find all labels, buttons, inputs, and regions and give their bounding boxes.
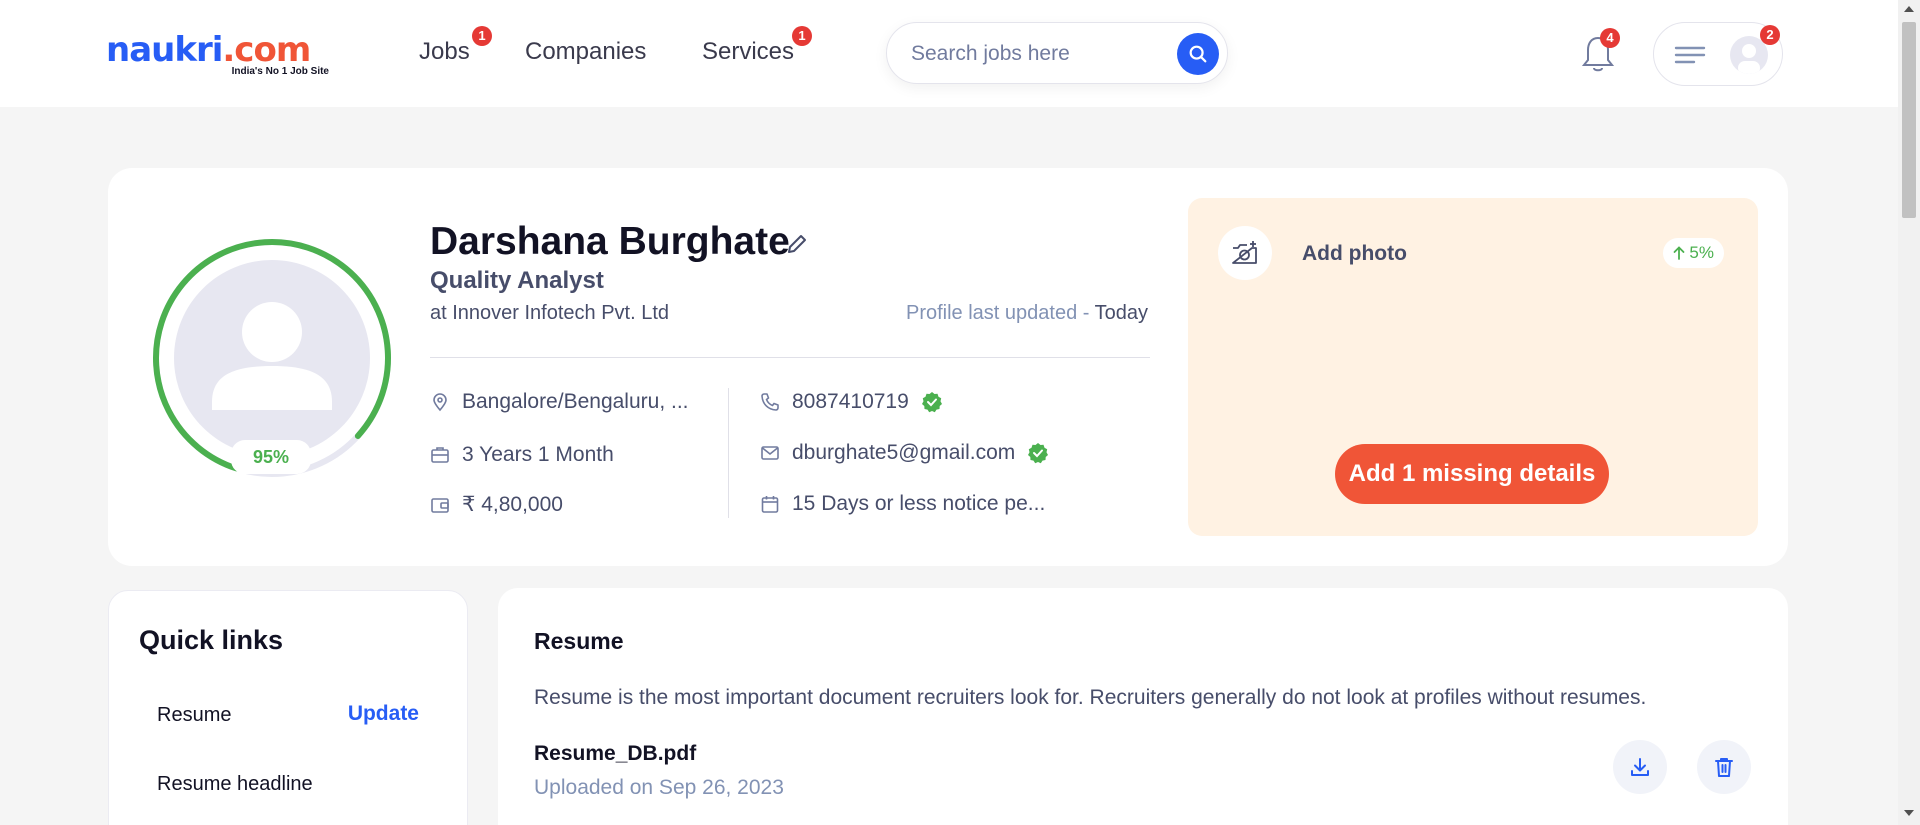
logo-text: naukri (106, 30, 223, 70)
download-resume-button[interactable] (1613, 740, 1667, 794)
photo-boost-badge: 5% (1663, 238, 1724, 268)
scroll-thumb[interactable] (1902, 22, 1916, 218)
nav-jobs-label: Jobs (419, 38, 470, 65)
email-text: dburghate5@gmail.com (792, 441, 1016, 464)
mail-icon (761, 446, 779, 460)
resume-title: Resume (534, 628, 624, 654)
top-header: naukri.com India's No 1 Job Site Jobs 1 … (0, 0, 1898, 107)
pencil-icon (788, 235, 806, 253)
scroll-down-arrow[interactable] (1904, 810, 1914, 816)
nav-companies-label: Companies (525, 38, 647, 65)
missing-details-panel: Add photo 5% Add 1 missing details (1188, 198, 1758, 536)
quick-links-title: Quick links (139, 625, 284, 655)
delete-resume-button[interactable] (1697, 740, 1751, 794)
edit-profile-button[interactable] (785, 232, 809, 256)
verified-check-icon (921, 392, 942, 413)
page-scrollbar[interactable] (1898, 0, 1920, 825)
wallet-icon (431, 497, 449, 513)
hamburger-icon (1674, 46, 1706, 64)
job-search-bar (886, 22, 1228, 84)
phone-text: 8087410719 (792, 390, 909, 413)
resume-file-name: Resume_DB.pdf (534, 742, 697, 765)
nav-jobs-badge: 1 (472, 26, 492, 46)
add-photo-link[interactable]: Add photo (1302, 242, 1407, 266)
search-input[interactable] (911, 39, 1171, 69)
arrow-up-icon (1674, 246, 1685, 260)
search-button[interactable] (1177, 33, 1219, 75)
profile-card: 95% Darshana Burghate Quality Analyst at… (108, 168, 1788, 566)
profile-company: at Innover Infotech Pvt. Ltd (430, 302, 670, 324)
divider (430, 357, 1150, 358)
salary-info: ₹ 4,80,000 (430, 492, 563, 517)
profile-designation: Quality Analyst (430, 267, 604, 294)
location-info: Bangalore/Bengaluru, ... (430, 390, 689, 414)
briefcase-icon (431, 447, 449, 463)
verified-check-icon (1028, 443, 1049, 464)
add-missing-details-button[interactable]: Add 1 missing details (1335, 444, 1609, 504)
profile-menu-button[interactable]: 2 (1653, 22, 1783, 86)
nav-services-badge: 1 (792, 26, 812, 46)
profile-completion-percent: 95% (231, 440, 311, 474)
resume-upload-date: Uploaded on Sep 26, 2023 (534, 776, 784, 799)
quick-link-resume-update[interactable]: Update (348, 702, 419, 726)
logo-suffix: .com (222, 30, 311, 70)
location-pin-icon (433, 393, 447, 412)
notice-info: 15 Days or less notice pe... (760, 492, 1045, 516)
menu-badge: 2 (1760, 25, 1780, 45)
notifications-button[interactable]: 4 (1580, 28, 1620, 76)
phone-icon (761, 393, 779, 411)
location-text: Bangalore/Bengaluru, ... (462, 390, 689, 413)
experience-info: 3 Years 1 Month (430, 443, 614, 467)
profile-updated: Profile last updated - Today (906, 302, 1148, 325)
profile-updated-value: Today (1094, 302, 1148, 324)
nav-services[interactable]: Services (702, 38, 794, 66)
photo-boost-value: 5% (1689, 243, 1714, 262)
notifications-badge: 4 (1600, 28, 1620, 48)
phone-info: 8087410719 (760, 390, 955, 414)
logo-tagline: India's No 1 Job Site (231, 66, 329, 77)
resume-description: Resume is the most important document re… (534, 686, 1647, 709)
nav-companies[interactable]: Companies (525, 38, 646, 66)
quick-link-resume-headline[interactable]: Resume headline (157, 773, 313, 796)
add-photo-button[interactable] (1218, 226, 1272, 280)
scroll-up-arrow[interactable] (1904, 6, 1914, 12)
resume-card: Resume Resume is the most important docu… (498, 588, 1788, 825)
email-info: dburghate5@gmail.com (760, 441, 1061, 465)
nav-jobs[interactable]: Jobs (419, 38, 470, 66)
divider-vertical (728, 388, 729, 518)
notice-text: 15 Days or less notice pe... (792, 492, 1046, 515)
download-icon (1631, 758, 1649, 776)
nav-services-label: Services (702, 38, 795, 65)
calendar-icon (761, 496, 779, 513)
trash-icon (1715, 758, 1733, 777)
profile-name: Darshana Burghate (430, 220, 790, 263)
quick-link-resume[interactable]: Resume (157, 704, 231, 727)
experience-text: 3 Years 1 Month (462, 443, 614, 466)
quick-links-panel: Quick links Resume Update Resume headlin… (108, 590, 468, 825)
naukri-logo[interactable]: naukri.com India's No 1 Job Site (106, 32, 331, 78)
profile-updated-label: Profile last updated - (905, 302, 1095, 324)
salary-text: ₹ 4,80,000 (462, 493, 563, 516)
camera-add-icon (1232, 241, 1257, 264)
search-icon (1189, 45, 1207, 63)
